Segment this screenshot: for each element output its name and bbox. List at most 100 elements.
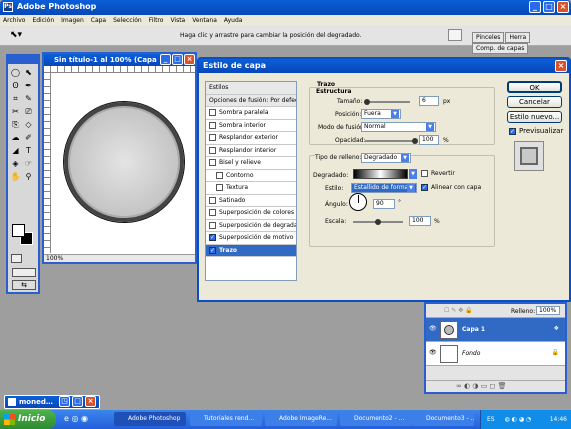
style-checkbox[interactable] <box>209 146 216 154</box>
style-checkbox[interactable] <box>209 221 216 229</box>
opacity-input[interactable]: 100 <box>419 135 439 145</box>
style-item[interactable]: Sombra paralela <box>206 107 296 120</box>
angle-input[interactable]: 90 <box>373 199 395 209</box>
layer-row[interactable]: 👁 Capa 1 ❖ <box>426 318 565 342</box>
min-close-button[interactable]: × <box>85 396 96 407</box>
minimize-button[interactable]: _ <box>529 1 541 13</box>
taskbar-item[interactable]: Tutoriales rend... <box>190 412 262 426</box>
maximize-button[interactable]: □ <box>543 1 555 13</box>
angle-dial[interactable] <box>349 193 367 211</box>
style-checkbox[interactable] <box>209 159 216 166</box>
scale-slider[interactable] <box>353 219 403 225</box>
move-tool-icon[interactable]: ⬉▾ <box>10 30 22 40</box>
menu-vista[interactable]: Vista <box>170 15 185 26</box>
menu-archivo[interactable]: Archivo <box>3 15 25 26</box>
style-item[interactable]: ✓ Trazo <box>206 244 296 257</box>
screen-mode-icon[interactable] <box>12 268 36 277</box>
opacity-slider[interactable] <box>365 138 418 144</box>
preview-checkbox-box[interactable]: ✓ <box>509 127 516 135</box>
eye-icon[interactable]: 👁 <box>429 349 437 356</box>
pen-tool-icon[interactable]: T <box>23 145 34 156</box>
dodge-tool-icon[interactable]: ◢ <box>10 145 21 156</box>
style-item[interactable]: Bisel y relieve <box>206 157 296 170</box>
dialog-title-bar[interactable]: Estilo de capa × <box>199 59 569 73</box>
stamp-tool-icon[interactable]: ⎘ <box>10 119 21 130</box>
taskbar-item[interactable]: Documento3 - ... <box>412 412 474 426</box>
new-style-button[interactable]: Estilo nuevo... <box>507 111 562 123</box>
style-item[interactable]: Satinado <box>206 195 296 207</box>
style-item[interactable]: ✓ Superposición de motivo <box>206 232 296 245</box>
reverse-checkbox[interactable]: Revertir <box>421 170 455 177</box>
style-checkbox[interactable]: ✓ <box>209 246 216 254</box>
max-button[interactable]: □ <box>72 396 83 407</box>
style-checkbox[interactable] <box>209 196 216 204</box>
style-checkbox[interactable] <box>216 184 223 191</box>
cancel-button[interactable]: Cancelar <box>507 96 562 108</box>
text-tool-icon[interactable]: ◈ <box>10 158 21 169</box>
gradient-dropdown-icon[interactable]: ▼ <box>409 169 417 179</box>
style-checkbox[interactable] <box>216 171 223 179</box>
restore-button[interactable]: ◳ <box>59 396 70 407</box>
path-tool-icon[interactable]: ☞ <box>23 158 34 169</box>
align-checkbox[interactable]: ✓ Alinear con capa <box>421 184 481 191</box>
size-slider[interactable] <box>364 99 410 105</box>
menu-capa[interactable]: Capa <box>91 15 106 26</box>
preview-checkbox[interactable]: ✓ Previsualizar <box>509 127 563 135</box>
fill-type-select[interactable]: Degradado ▼ <box>361 153 411 163</box>
opacity-slider-knob[interactable] <box>412 138 418 144</box>
hand-tool-icon[interactable]: ✋ <box>10 171 21 182</box>
crop-tool-icon[interactable]: ⌗ <box>10 93 21 104</box>
doc-close-button[interactable]: × <box>184 54 195 65</box>
taskbar-item[interactable]: Adobe ImageRe... <box>265 412 337 426</box>
style-item[interactable]: Resplandor interior <box>206 145 296 157</box>
menu-ayuda[interactable]: Ayuda <box>224 15 243 26</box>
taskbar-item[interactable]: Adobe Photoshop <box>114 412 186 426</box>
close-button[interactable]: × <box>557 1 569 13</box>
quick-launch-icons[interactable]: e ◎ ◉ <box>64 414 88 423</box>
palette-tab[interactable]: Herra <box>505 32 531 43</box>
doc-maximize-button[interactable]: □ <box>172 54 183 65</box>
eye-icon[interactable]: 👁 <box>429 325 437 332</box>
menu-edicion[interactable]: Edición <box>32 15 54 26</box>
styles-header[interactable]: Estilos <box>206 82 296 95</box>
align-checkbox-box[interactable]: ✓ <box>421 184 428 191</box>
style-checkbox[interactable] <box>209 121 216 129</box>
blend-default-item[interactable]: Opciones de fusión: Por defecto <box>206 94 296 107</box>
style-item[interactable]: Sombra interior <box>206 120 296 132</box>
clock[interactable]: 14:46 <box>550 410 567 429</box>
style-checkbox[interactable]: ✓ <box>209 234 216 241</box>
menu-seleccion[interactable]: Selección <box>113 15 142 26</box>
healing-tool-icon[interactable]: ✂ <box>10 106 21 117</box>
style-checkbox[interactable] <box>209 209 216 216</box>
menu-ventana[interactable]: Ventana <box>192 15 217 26</box>
history-tool-icon[interactable]: ◇ <box>23 119 34 130</box>
style-item[interactable]: Resplandor exterior <box>206 132 296 145</box>
jump-to-imageready-icon[interactable]: ⇆ <box>12 280 36 290</box>
marquee-tool-icon[interactable]: ◯ <box>10 67 21 78</box>
zoom-tool-icon[interactable]: ⚲ <box>23 171 34 182</box>
style-item[interactable]: Superposición de colores <box>206 207 296 220</box>
magic-wand-tool-icon[interactable]: ✒ <box>23 80 34 91</box>
minimized-window[interactable]: moned… ◳ □ × <box>4 395 100 409</box>
foreground-color[interactable] <box>12 224 25 237</box>
taskbar-item[interactable]: Documento2 - ... <box>340 412 412 426</box>
lasso-tool-icon[interactable]: ʘ <box>10 80 21 91</box>
fill-input[interactable]: 100% <box>536 306 560 315</box>
document-title-bar[interactable]: Sin título-1 al 100% (Capa 1… _ □ × <box>44 54 195 66</box>
palette-well[interactable] <box>448 29 462 41</box>
doc-minimize-button[interactable]: _ <box>160 54 171 65</box>
canvas[interactable] <box>52 74 195 254</box>
tray-icons[interactable]: ◍ ◐ ◕ ◔ <box>505 416 532 423</box>
palette-tab[interactable]: Comp. de capas <box>472 43 529 54</box>
slice-tool-icon[interactable]: ✎ <box>23 93 34 104</box>
palette-tab[interactable]: Pinceles <box>472 32 505 43</box>
blend-mode-select[interactable]: Normal ▼ <box>361 122 436 132</box>
scale-input[interactable]: 100 <box>409 216 431 226</box>
ok-button[interactable]: OK <box>507 81 562 93</box>
style-checkbox[interactable] <box>209 134 216 141</box>
position-select[interactable]: Fuera ▼ <box>361 109 401 119</box>
start-button[interactable]: Inicio <box>0 410 56 429</box>
language-indicator[interactable]: ES <box>487 416 495 423</box>
brush-tool-icon[interactable]: ⎚ <box>23 106 34 117</box>
style-item[interactable]: Contorno <box>206 170 296 182</box>
